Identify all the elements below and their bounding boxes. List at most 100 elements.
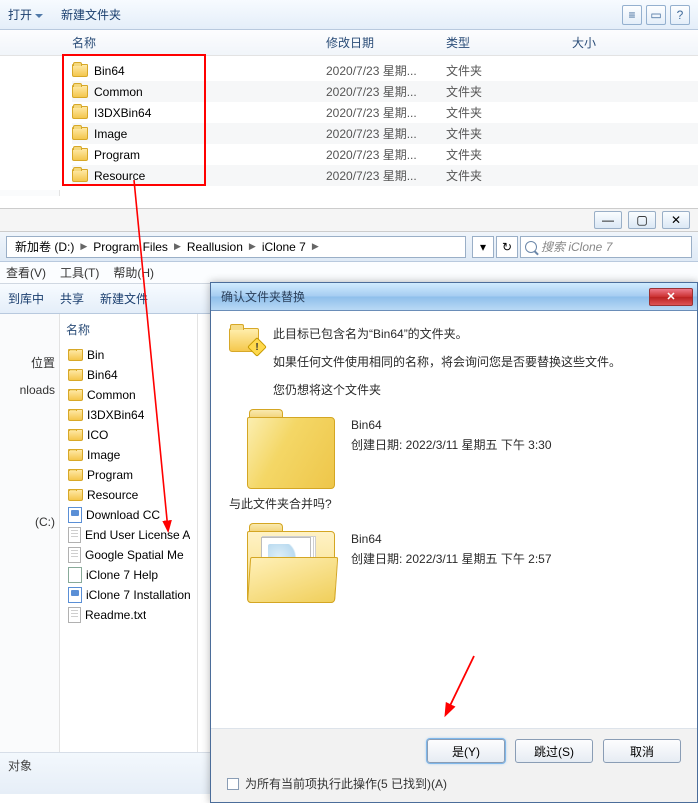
toolbar-top: 打开 新建文件夹 ≡ ▭ ? [0,0,698,30]
col-type[interactable]: 类型 [446,34,572,51]
minimize-icon[interactable]: — [594,211,622,229]
refresh-icon[interactable]: ↻ [496,236,518,258]
item-name: Program [94,148,326,162]
file-tree: 名称 BinBin64Common I3DXBin64 ICOImageProgra… [60,314,198,752]
item-type: 文件夹 [446,83,572,100]
list-item[interactable]: Image2020/7/23 星期...文件夹 [72,123,698,144]
file-icon [68,607,81,623]
item-type: 文件夹 [446,125,572,142]
help-icon[interactable]: ? [670,5,690,25]
folder-open-icon [243,523,339,603]
item-date: 2020/7/23 星期... [326,83,446,100]
dest-folder-block: Bin64 创建日期: 2022/3/11 星期五 下午 3:30 [243,409,679,489]
folder-large-icon [243,409,339,489]
col-name[interactable]: 名称 [72,34,326,51]
menu-tools[interactable]: 工具(T) [60,264,99,281]
new-folder-2[interactable]: 新建文件 [100,290,148,307]
tree-item[interactable]: I3DXBin64 [62,405,195,425]
tree-item-label: I3DXBin64 [87,408,144,422]
chevron-right-icon: ▶ [310,241,321,252]
col-date[interactable]: 修改日期 [326,34,446,51]
tree-item[interactable]: Common [62,385,195,405]
item-date: 2020/7/23 星期... [326,104,446,121]
list-item[interactable]: Common2020/7/23 星期...文件夹 [72,81,698,102]
sidebar-bottom: 位置 nloads (C:) [0,314,60,752]
tree-item[interactable]: End User License A [62,525,195,545]
tree-item[interactable]: Resource [62,485,195,505]
tree-item[interactable]: Readme.txt [62,605,195,625]
item-name: I3DXBin64 [94,106,326,120]
open-menu[interactable]: 打开 [8,6,43,23]
tree-item[interactable]: iClone 7 Installation [62,585,195,605]
dialog-line2: 如果任何文件使用相同的名称，将会询问您是否要替换这些文件。 [273,353,679,371]
folder-icon [68,369,83,381]
dialog-q2: 与此文件夹合并吗? [229,495,679,513]
tree-item[interactable]: Bin64 [62,365,195,385]
skip-button[interactable]: 跳过(S) [515,739,593,763]
item-name: Bin64 [94,64,326,78]
tree-item[interactable]: ICO [62,425,195,445]
yes-button[interactable]: 是(Y) [427,739,505,763]
chevron-right-icon: ▶ [78,241,89,252]
sb-dl[interactable]: nloads [0,377,59,403]
folder-icon [68,429,83,441]
item-name: Image [94,127,326,141]
view-options-icon[interactable]: ≡ [622,5,642,25]
preview-icon[interactable]: ▭ [646,5,666,25]
tree-item[interactable]: Image [62,445,195,465]
apply-all-checkbox[interactable]: 为所有当前项执行此操作(5 已找到)(A) [227,775,681,792]
folder-icon [68,389,83,401]
html-icon [68,587,82,603]
search-icon [525,241,537,253]
menu-view[interactable]: 查看(V) [6,264,46,281]
folder-icon [72,64,88,77]
list-item[interactable]: I3DXBin642020/7/23 星期...文件夹 [72,102,698,123]
share-menu[interactable]: 共享 [60,290,84,307]
tree-item[interactable]: Bin [62,345,195,365]
html-icon [68,507,82,523]
breadcrumb-segment[interactable]: iClone 7 [258,237,310,257]
item-date: 2020/7/23 星期... [326,62,446,79]
item-type: 文件夹 [446,62,572,79]
breadcrumb-segment[interactable]: 新加卷 (D:) [11,237,78,257]
breadcrumb-segment[interactable]: Reallusion [183,237,247,257]
close-icon[interactable]: ✕ [662,211,690,229]
chevron-right-icon: ▶ [172,241,183,252]
item-type: 文件夹 [446,146,572,163]
new-folder-button[interactable]: 新建文件夹 [61,6,121,23]
folder-icon [72,169,88,182]
tree-item[interactable]: Download CC [62,505,195,525]
breadcrumb[interactable]: 新加卷 (D:)▶Program Files▶Reallusion▶iClone… [6,236,466,258]
col-size[interactable]: 大小 [572,34,698,51]
dialog-close-icon[interactable]: ✕ [649,288,693,306]
item-name: Common [94,85,326,99]
dialog-title-bar[interactable]: 确认文件夹替换 ✕ [211,283,697,311]
folder-icon [68,349,83,361]
search-input[interactable]: 搜索 iClone 7 [520,236,692,258]
dialog-q1: 您仍想将这个文件夹 [273,381,679,399]
tree-header[interactable]: 名称 [62,318,195,345]
chevron-right-icon: ▶ [247,241,258,252]
folder-icon [68,409,83,421]
tree-item-label: End User License A [85,528,190,542]
sb-vol[interactable]: (C:) [0,509,59,535]
tree-item[interactable]: Google Spatial Me [62,545,195,565]
list-item[interactable]: Resource2020/7/23 星期...文件夹 [72,165,698,186]
list-item[interactable]: Bin642020/7/23 星期...文件夹 [72,60,698,81]
tree-item[interactable]: Program [62,465,195,485]
dialog-warning-folder-icon [229,325,261,351]
breadcrumb-dropdown-icon[interactable]: ▾ [472,236,494,258]
maximize-icon[interactable]: ▢ [628,211,656,229]
tree-item[interactable]: iClone 7 Help [62,565,195,585]
sb-loc[interactable]: 位置 [0,348,59,377]
breadcrumb-segment[interactable]: Program Files [89,237,172,257]
dialog-line1: 此目标已包含名为“Bin64”的文件夹。 [273,325,679,343]
dialog-title: 确认文件夹替换 [221,288,305,305]
list-item[interactable]: Program2020/7/23 星期...文件夹 [72,144,698,165]
include-library[interactable]: 到库中 [8,290,44,307]
folder-icon [68,469,83,481]
menu-help[interactable]: 帮助(H) [113,264,154,281]
cancel-button[interactable]: 取消 [603,739,681,763]
folder-icon [72,127,88,140]
item-type: 文件夹 [446,167,572,184]
